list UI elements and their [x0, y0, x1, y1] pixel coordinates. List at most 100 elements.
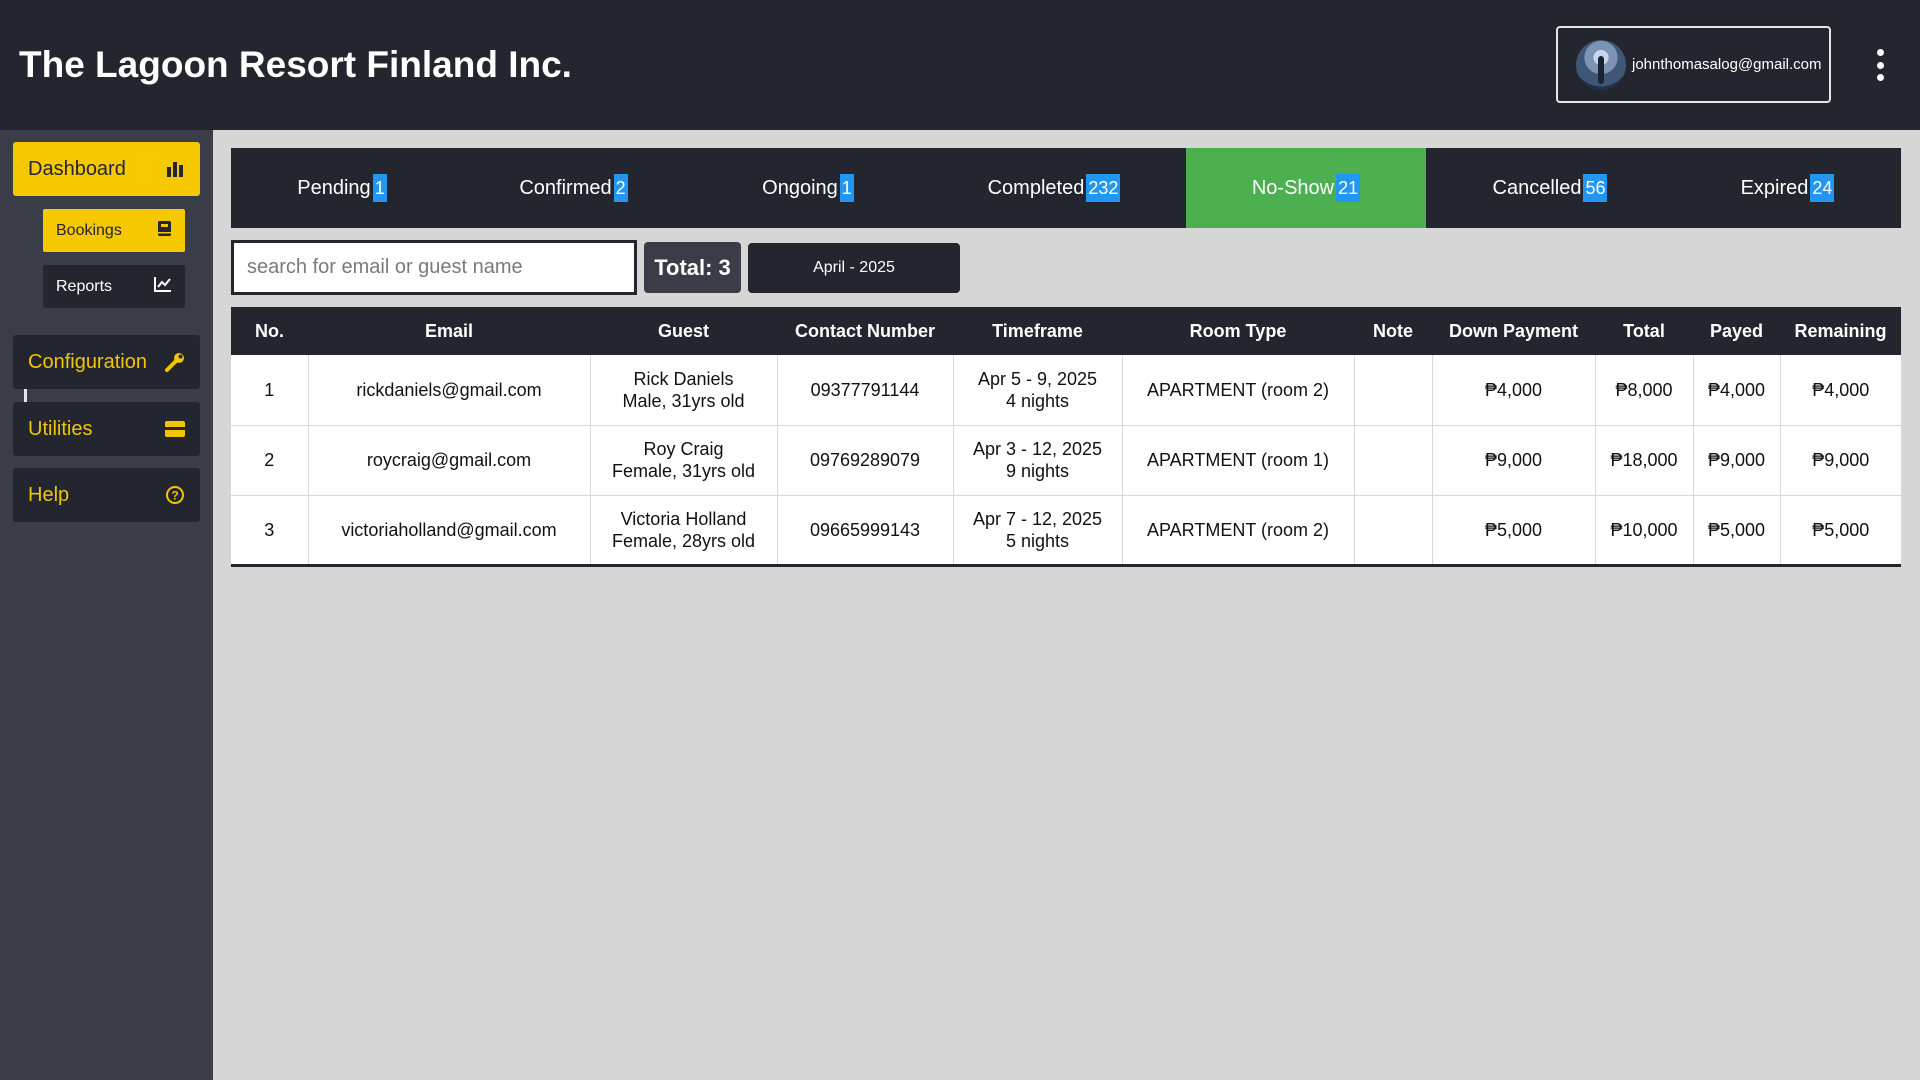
wrench-icon — [165, 352, 185, 372]
column-header: Room Type — [1122, 307, 1354, 355]
row-down-payment: ₱9,000 — [1432, 425, 1596, 496]
column-header: Email — [308, 307, 590, 355]
month-picker-button[interactable]: April - 2025 — [748, 243, 960, 293]
timeframe-nights: 9 nights — [1005, 461, 1070, 481]
tab-count-badge: 24 — [1810, 174, 1835, 202]
row-total: ₱10,000 — [1595, 495, 1694, 565]
column-header: Payed — [1693, 307, 1780, 355]
credit-card-icon — [165, 419, 185, 439]
guest-info: Female, 28yrs old — [611, 530, 756, 551]
row-guest: Rick Daniels Male, 31yrs old — [590, 355, 778, 426]
guest-info: Female, 31yrs old — [611, 461, 756, 481]
tab-confirmed[interactable]: Confirmed 2 — [453, 148, 694, 228]
table-row[interactable]: 2 roycraig@gmail.com Roy Craig Female, 31… — [231, 425, 1901, 496]
row-payed: ₱4,000 — [1693, 355, 1781, 426]
tab-count-badge: 1 — [839, 174, 854, 202]
tab-count-badge: 2 — [613, 174, 628, 202]
row-total: ₱8,000 — [1595, 355, 1694, 426]
tab-label: Cancelled — [1492, 176, 1582, 199]
row-remaining: ₱5,000 — [1812, 519, 1870, 540]
row-payed: ₱9,000 — [1693, 425, 1781, 496]
row-email: roycraig@gmail.com — [308, 425, 591, 496]
tab-label: Pending — [297, 176, 371, 199]
row-total: ₱18,000 — [1595, 425, 1694, 496]
row-down-payment: ₱5,000 — [1432, 495, 1596, 565]
table-row[interactable]: 3 victoriaholland@gmail.com Victoria Hol… — [231, 495, 1901, 565]
tab-expired[interactable]: Expired 24 — [1674, 148, 1901, 228]
sidebar-item-help[interactable]: Help ? — [13, 468, 200, 522]
row-number: 2 — [231, 425, 309, 496]
row-note — [1354, 425, 1433, 496]
tab-label: Confirmed — [519, 176, 612, 199]
tab-pending[interactable]: Pending 1 — [231, 148, 453, 228]
sidebar-item-utilities[interactable]: Utilities — [13, 402, 200, 456]
row-guest: Victoria Holland Female, 28yrs old — [590, 495, 778, 565]
sidebar-item-label: Reports — [56, 277, 113, 295]
sidebar-item-label: Utilities — [28, 417, 93, 440]
line-chart-icon — [154, 276, 172, 297]
sidebar-item-dashboard[interactable]: Dashboard — [13, 142, 200, 196]
app-title: The Lagoon Resort Finland Inc. — [19, 44, 572, 85]
search-input[interactable] — [231, 240, 637, 295]
bar-chart-icon — [165, 159, 185, 179]
guest-name: Rick Daniels — [633, 368, 734, 389]
timeframe-nights: 5 nights — [1005, 530, 1070, 551]
tab-label: Ongoing — [762, 176, 838, 199]
row-room-type: APARTMENT (room 2) — [1122, 355, 1355, 426]
row-note — [1354, 495, 1433, 565]
row-remaining: ₱9,000 — [1780, 425, 1901, 496]
row-number: 3 — [231, 495, 309, 565]
tab-count-badge: 1 — [372, 174, 387, 202]
column-header: No. — [231, 307, 308, 355]
tab-label: No-Show — [1251, 176, 1335, 199]
column-header: Total — [1595, 307, 1693, 355]
kebab-menu-icon[interactable] — [1870, 49, 1890, 81]
sidebar-item-reports[interactable]: Reports — [43, 265, 185, 308]
sidebar-item-label: Help — [28, 483, 70, 506]
table-header-row: No. Email Guest Contact Number Timeframe… — [231, 307, 1901, 355]
status-tabs: Pending 1 Confirmed 2 Ongoing 1 Completed 23… — [231, 148, 1901, 228]
tab-no-show[interactable]: No-Show 21 — [1186, 148, 1426, 228]
sidebar-item-configuration[interactable]: Configuration — [13, 335, 200, 389]
row-number: 1 — [231, 355, 309, 426]
tab-completed[interactable]: Completed 232 — [922, 148, 1186, 228]
row-contact: 09377791144 — [777, 355, 954, 426]
timeframe-nights: 4 nights — [1005, 390, 1070, 411]
row-down-payment: ₱4,000 — [1432, 355, 1596, 426]
row-remaining: ₱4,000 — [1780, 355, 1901, 426]
table-row[interactable]: 1 rickdaniels@gmail.com Rick Daniels Male… — [231, 355, 1901, 426]
tab-count-badge: 232 — [1086, 174, 1121, 202]
timeframe-dates: Apr 5 - 9, 2025 — [977, 368, 1098, 389]
sidebar-item-label: Dashboard — [28, 157, 126, 180]
row-contact: 09665999143 — [777, 495, 954, 565]
column-header: Remaining — [1780, 307, 1901, 355]
tab-count-badge: 56 — [1583, 174, 1608, 202]
column-header: Timeframe — [953, 307, 1122, 355]
svg-text:?: ? — [171, 489, 178, 503]
guest-name: Victoria Holland — [620, 508, 747, 529]
row-timeframe: Apr 5 - 9, 2025 4 nights — [953, 355, 1123, 426]
row-contact: 09769289079 — [777, 425, 954, 496]
row-guest: Roy Craig Female, 31yrs old — [590, 425, 778, 496]
row-timeframe: Apr 3 - 12, 2025 9 nights — [953, 425, 1123, 496]
sidebar: Dashboard Bookings Reports Configuration… — [0, 130, 213, 1080]
sidebar-item-bookings[interactable]: Bookings — [43, 209, 185, 252]
avatar — [1576, 39, 1626, 90]
question-circle-icon: ? — [165, 485, 185, 505]
tab-count-badge: 21 — [1336, 174, 1361, 202]
column-header: Guest — [590, 307, 777, 355]
tab-label: Completed — [987, 176, 1085, 199]
user-account-button[interactable]: johnthomasalog@gmail.com — [1556, 26, 1831, 103]
row-room-type: APARTMENT (room 1) — [1122, 425, 1355, 496]
total-count: Total: 3 — [644, 242, 741, 293]
tab-label: Expired — [1740, 176, 1809, 199]
timeframe-dates: Apr 7 - 12, 2025 — [972, 508, 1103, 529]
column-header: Contact Number — [777, 307, 953, 355]
tab-ongoing[interactable]: Ongoing 1 — [694, 148, 922, 228]
row-timeframe: Apr 7 - 12, 2025 5 nights — [953, 495, 1123, 565]
column-header: Note — [1354, 307, 1432, 355]
timeframe-dates: Apr 3 - 12, 2025 — [972, 439, 1103, 459]
bookings-table: No. Email Guest Contact Number Timeframe… — [231, 307, 1901, 567]
tab-cancelled[interactable]: Cancelled 56 — [1426, 148, 1674, 228]
sidebar-item-label: Configuration — [28, 350, 147, 373]
